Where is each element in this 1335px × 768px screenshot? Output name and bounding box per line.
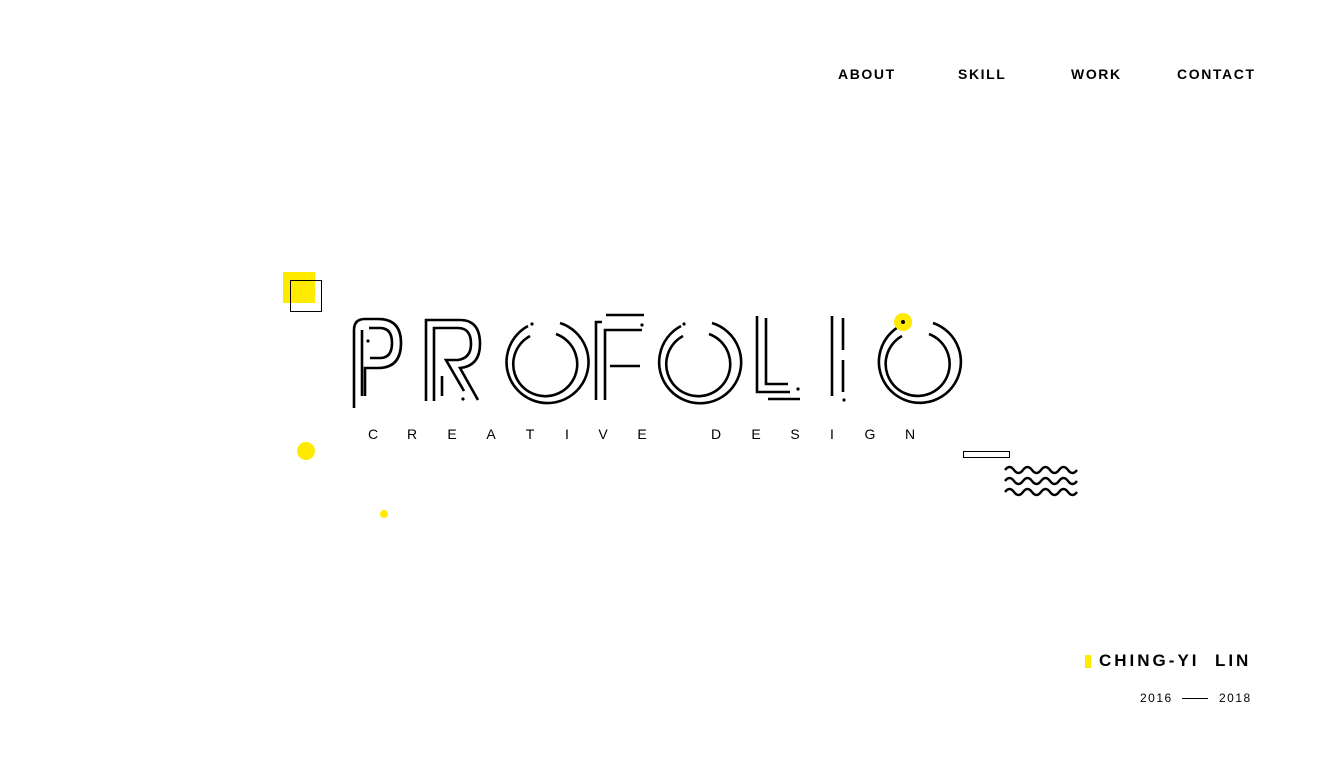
subtitle-letter: G <box>864 426 876 442</box>
year-range: 2016 2018 <box>1140 691 1260 707</box>
subtitle-letter: R <box>406 426 418 442</box>
wave-lines-decoration <box>1004 465 1078 497</box>
profolio-logo <box>352 313 963 408</box>
subtitle-letter: V <box>598 426 608 442</box>
subtitle-letter: E <box>751 426 761 442</box>
subtitle-letter: T <box>525 426 535 442</box>
year-start: 2016 <box>1140 691 1173 705</box>
subtitle-letter: D <box>710 426 722 442</box>
subtitle-letter: I <box>830 426 834 442</box>
subtitle-letter: I <box>565 426 569 442</box>
yellow-dot-large <box>297 442 315 460</box>
subtitle-letter: E <box>637 426 647 442</box>
subtitle-letter: S <box>790 426 800 442</box>
subtitle-letter: C <box>367 426 379 442</box>
year-dash <box>1182 698 1208 699</box>
author-accent-bar <box>1085 655 1091 668</box>
logo-letter-p <box>352 317 403 408</box>
subtitle-letter: A <box>486 426 496 442</box>
year-end: 2018 <box>1219 691 1252 705</box>
outline-bar-decoration <box>963 451 1010 458</box>
portfolio-landing-page: ABOUT SKILL WORK CONTACT C R E A T I V E… <box>0 0 1335 768</box>
logo-letter-r <box>424 318 482 401</box>
logo-letter-o-3 <box>877 321 963 405</box>
subtitle-letter: E <box>447 426 457 442</box>
hero-subtitle: C R E A T I V E D E S I G N <box>366 426 926 444</box>
logo-letter-o-2 <box>657 321 743 405</box>
subtitle-letter: N <box>904 426 916 442</box>
logo-letter-o-1 <box>505 321 590 405</box>
logo-letter-l <box>755 316 800 401</box>
logo-letter-f <box>594 313 644 400</box>
yellow-dot-small <box>380 510 388 518</box>
yellow-square-decoration <box>283 272 315 303</box>
author-name: CHING-YI LIN <box>1099 651 1252 670</box>
logo-letter-i <box>830 316 846 402</box>
logo-black-dot <box>901 320 905 324</box>
